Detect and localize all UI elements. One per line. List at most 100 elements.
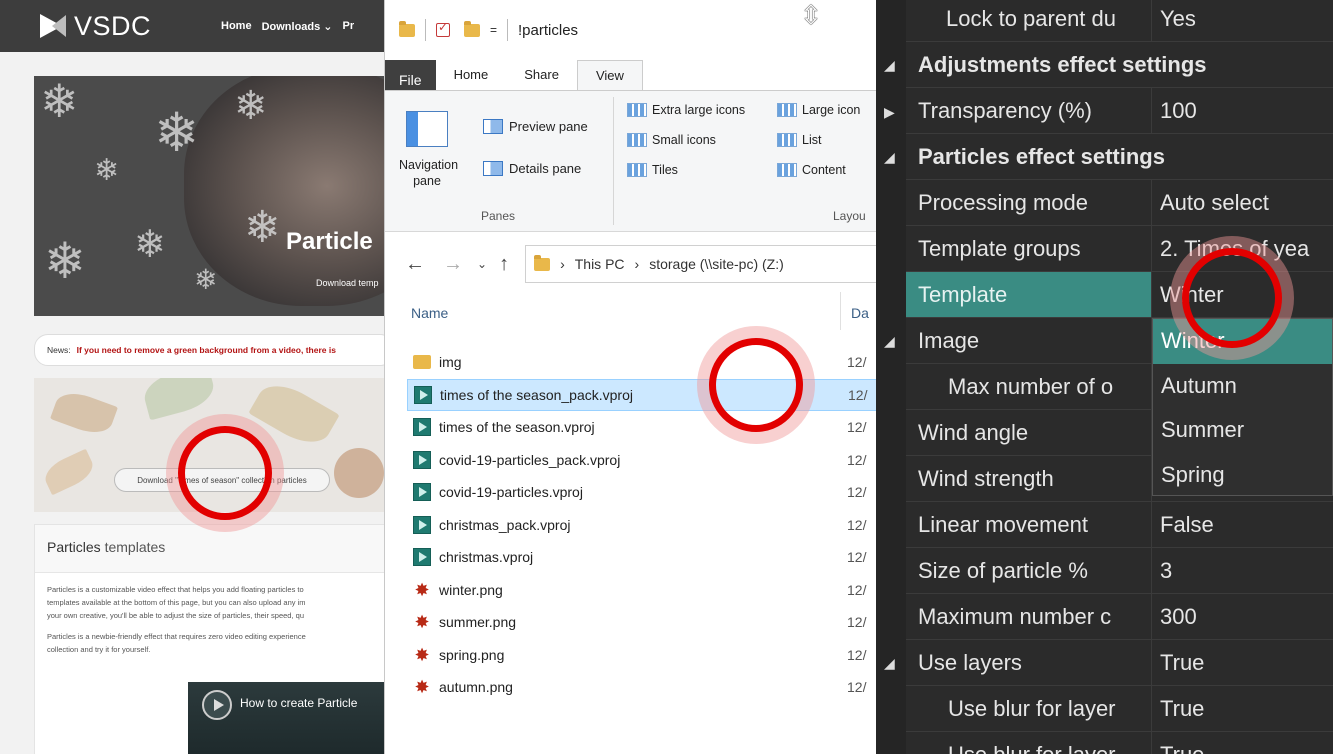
nav-home[interactable]: Home [221,20,252,33]
tutorial-video-thumbnail[interactable]: How to create Particle [188,682,384,754]
list-item[interactable]: ✸ summer.png 12/ [407,606,876,639]
dropdown-option-spring[interactable]: Spring [1153,453,1332,498]
list-item[interactable]: img 12/ [407,346,876,379]
site-nav: Home Downloads ⌄ Pr [221,20,354,33]
nav-products[interactable]: Pr [343,20,355,33]
file-name: christmas_pack.vproj [439,516,571,533]
content-icon [777,163,797,177]
property-row[interactable]: Processing mode Auto select [906,180,1333,226]
list-item[interactable]: ✸ winter.png 12/ [407,574,876,607]
collapse-triangle-icon[interactable]: ◢ [884,149,895,166]
file-name: covid-19-particles.vproj [439,484,583,501]
recent-locations-chevron-icon[interactable]: ⌄ [477,257,487,271]
details-pane-label: Details pane [509,161,582,176]
properties-panel: Lock to parent du Yes ◢ Adjustments effe… [876,0,1333,754]
vsdc-project-icon [413,418,431,437]
collapse-triangle-icon[interactable]: ◢ [884,333,895,350]
content-option[interactable]: Content [777,163,846,177]
property-row[interactable]: Linear movement False [906,502,1333,548]
download-collection-button[interactable]: Download "Times of season" collection pa… [114,468,330,492]
property-value[interactable]: 2. Times of yea [1152,226,1333,271]
details-pane-button[interactable]: Details pane [483,161,581,176]
vsdc-logo[interactable]: VSDC [38,11,151,42]
address-bar-row: ← → ⌄ ↑ › This PC › storage (\\site-pc) … [385,236,876,292]
file-date: 12/ [847,614,867,631]
news-link[interactable]: If you need to remove a green background… [77,345,336,355]
tab-home[interactable]: Home [436,60,507,90]
properties-quick-access-icon[interactable] [436,20,450,37]
ribbon-tabs: File Home Share View [385,60,876,93]
property-row[interactable]: Transparency (%) 100 [906,88,1333,134]
property-row[interactable]: Size of particle % 3 [906,548,1333,594]
property-value[interactable]: 100 [1152,88,1333,133]
up-arrow-icon[interactable]: ↑ [499,253,509,276]
small-icons-option[interactable]: Small icons [627,133,716,147]
property-row-template[interactable]: Template Winter [906,272,1333,318]
tab-share[interactable]: Share [506,60,577,90]
list-option[interactable]: List [777,133,821,147]
back-arrow-icon[interactable]: ← [405,253,425,276]
property-row[interactable]: Maximum number c 300 [906,594,1333,640]
layout-group-label: Layou [833,209,866,223]
maple-leaf-image-icon: ✸ [414,579,430,600]
tab-view[interactable]: View [576,60,643,90]
particles-group-header[interactable]: Particles effect settings [906,134,1333,180]
property-value[interactable]: Auto select [1152,180,1333,225]
expand-triangle-icon[interactable]: ▶ [884,104,895,121]
breadcrumb-drive[interactable]: storage (\\site-pc) (Z:) [649,256,784,272]
tab-file[interactable]: File [385,60,436,93]
column-divider[interactable] [840,292,841,330]
property-value[interactable]: 3 [1152,548,1333,593]
quick-access-dropdown-icon[interactable]: = [490,23,497,37]
list-item[interactable]: covid-19-particles_pack.vproj 12/ [407,444,876,477]
property-row[interactable]: Use layers True [906,640,1333,686]
property-value[interactable]: False [1152,502,1333,547]
dropdown-option-winter[interactable]: Winter [1153,319,1332,364]
property-value[interactable]: Yes [1152,0,1333,41]
template-dropdown[interactable]: Winter [1152,272,1333,317]
folder-icon [399,20,415,37]
extra-large-icons-option[interactable]: Extra large icons [627,103,745,117]
column-date[interactable]: Da [851,305,869,321]
list-item[interactable]: christmas_pack.vproj 12/ [407,509,876,542]
property-row[interactable]: Use blur for layer True [906,732,1333,754]
adjustments-group-header[interactable]: Adjustments effect settings [906,42,1333,88]
list-item[interactable]: covid-19-particles.vproj 12/ [407,476,876,509]
content-label: Content [802,163,846,177]
property-row[interactable]: Template groups 2. Times of yea [906,226,1333,272]
tiles-option[interactable]: Tiles [627,163,678,177]
new-folder-icon[interactable] [464,20,480,37]
preview-pane-label: Preview pane [509,119,588,134]
preview-pane-button[interactable]: Preview pane [483,119,588,134]
file-explorer-window: = !particles File Home Share View Naviga… [384,0,876,754]
dropdown-option-autumn[interactable]: Autumn [1153,364,1332,409]
list-item[interactable]: ✸ spring.png 12/ [407,639,876,672]
breadcrumb-this-pc[interactable]: This PC [575,256,625,272]
column-name[interactable]: Name [411,305,448,321]
news-bar[interactable]: News: If you need to remove a green back… [34,334,384,366]
divider [507,19,509,41]
template-dropdown-list: Winter Autumn Summer Spring [1152,318,1333,496]
large-icons-option[interactable]: Large icon [777,103,860,117]
property-value[interactable]: True [1152,732,1333,754]
dropdown-option-summer[interactable]: Summer [1153,408,1332,453]
nav-downloads[interactable]: Downloads ⌄ [262,20,333,33]
navigation-pane-button[interactable]: Navigation pane [399,111,458,189]
property-value[interactable]: True [1152,686,1333,731]
list-item[interactable]: ✸ autumn.png 12/ [407,671,876,704]
list-item-selected[interactable]: times of the season_pack.vproj 12/ [407,378,876,411]
address-bar[interactable]: › This PC › storage (\\site-pc) (Z:) [525,245,876,283]
property-value[interactable]: True [1152,640,1333,685]
collapse-triangle-icon[interactable]: ◢ [884,57,895,74]
forward-arrow-icon[interactable]: → [443,253,463,276]
property-row[interactable]: Use blur for layer True [906,686,1333,732]
collapse-triangle-icon[interactable]: ◢ [884,655,895,672]
list-item[interactable]: christmas.vproj 12/ [407,541,876,574]
snowflake-icon: ❄ [94,154,120,187]
list-item[interactable]: times of the season.vproj 12/ [407,411,876,444]
vsdc-project-icon [413,483,431,502]
property-value[interactable]: 300 [1152,594,1333,639]
file-date: 12/ [847,451,867,468]
site-header: VSDC Home Downloads ⌄ Pr [0,0,384,52]
property-row[interactable]: Lock to parent du Yes [906,0,1333,42]
